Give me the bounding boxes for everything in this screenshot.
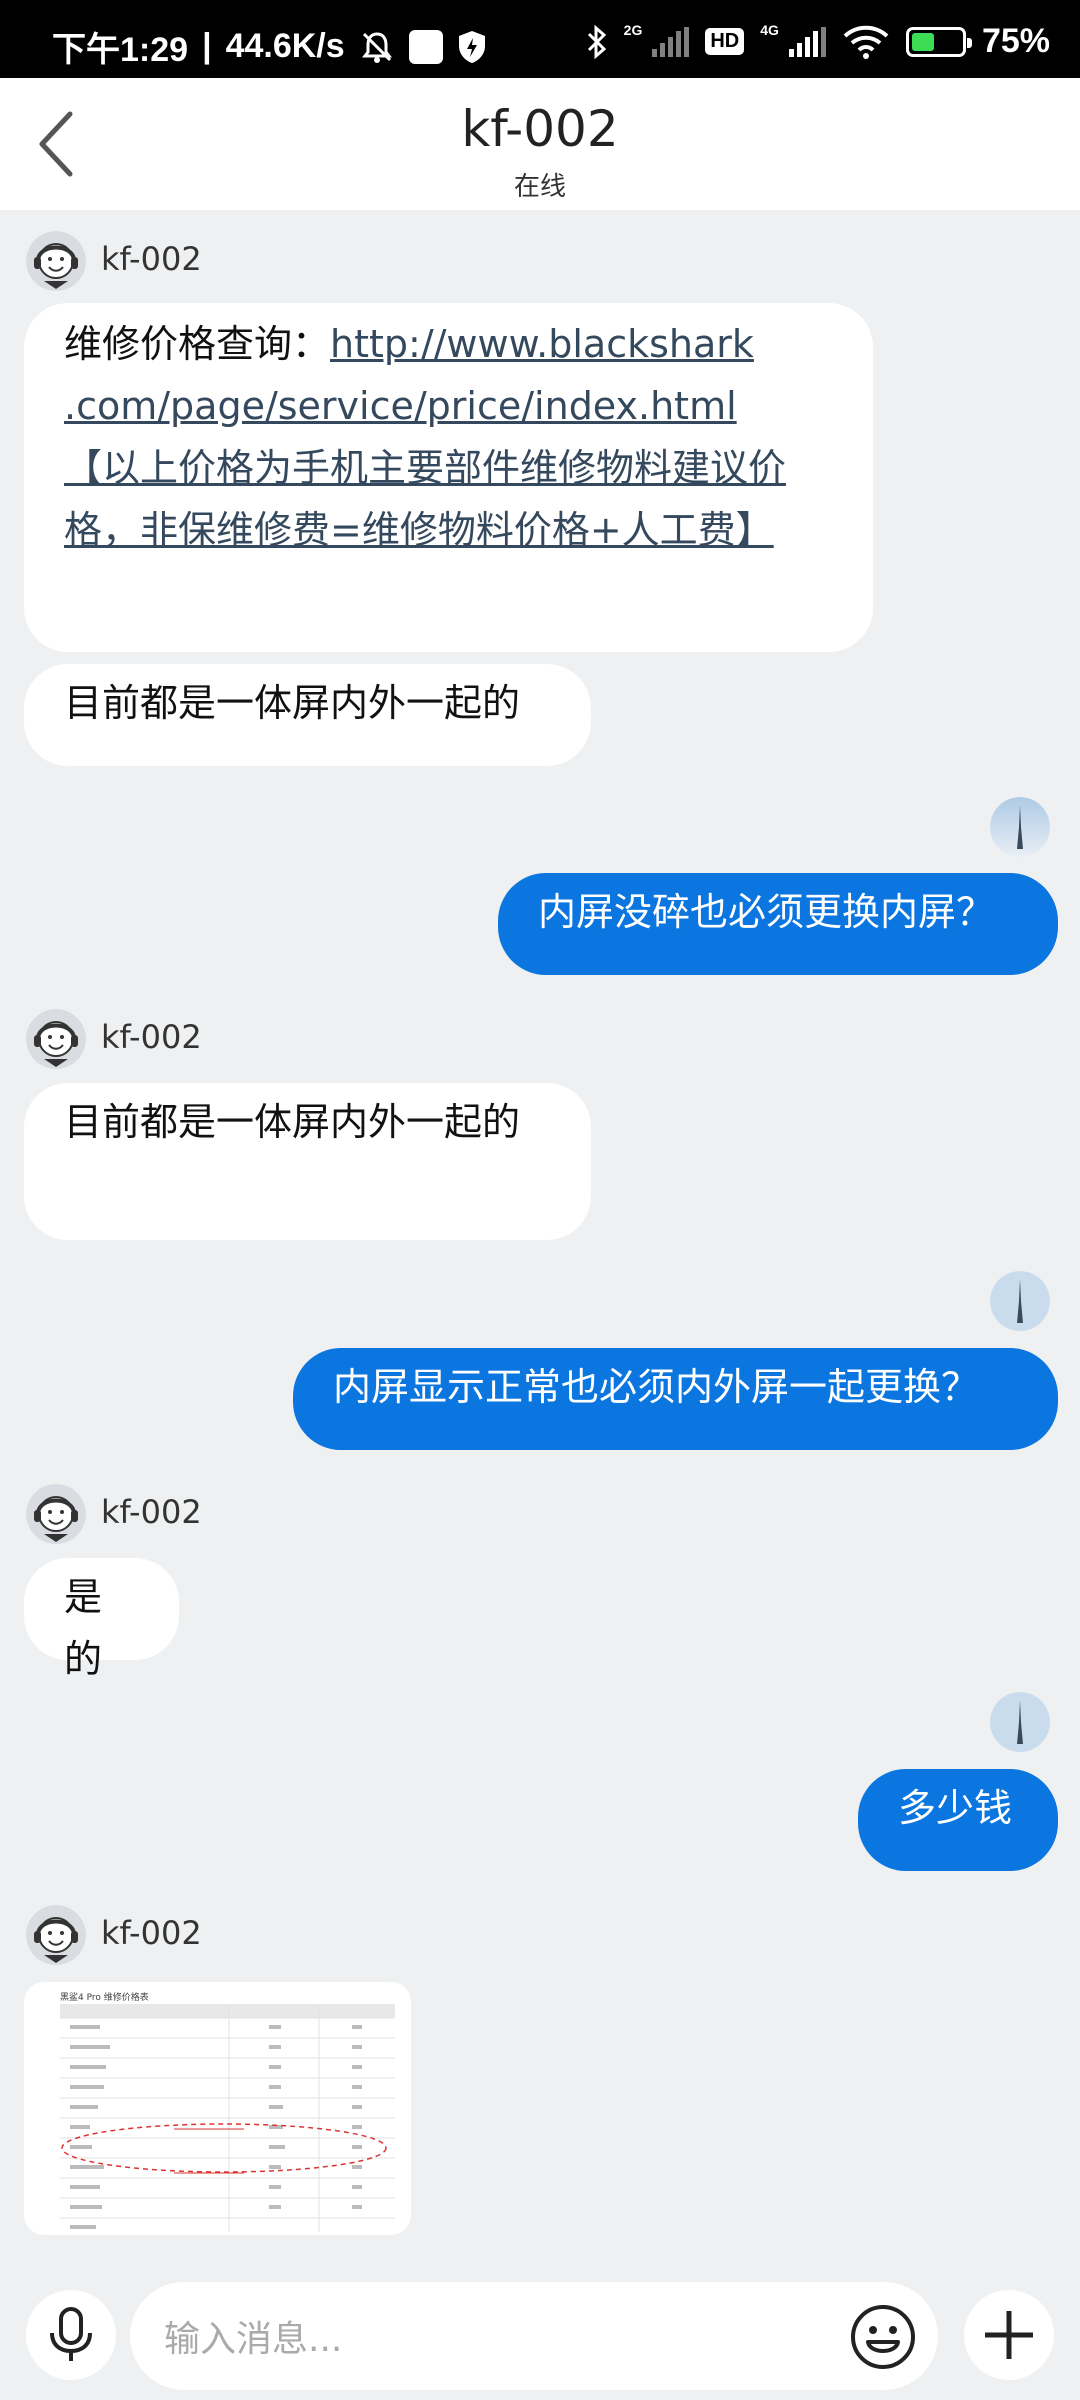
sender-name: kf-002 bbox=[101, 240, 202, 278]
agent-avatar[interactable] bbox=[26, 1484, 86, 1544]
sender-name: kf-002 bbox=[101, 1018, 202, 1056]
shield-icon bbox=[458, 30, 485, 63]
image-message[interactable]: 黑鲨4 Pro 维修价格表 bbox=[24, 1982, 411, 2235]
message-text: 内屏没碎也必须更换内屏？ bbox=[538, 890, 995, 934]
message-bubble[interactable]: 多少钱 bbox=[858, 1769, 1058, 1871]
status-bar: 下午1:29 | 44.6K/s 2G HD 4G 75% bbox=[0, 0, 1080, 78]
app-notification-icon bbox=[408, 29, 443, 64]
message-bubble[interactable]: 内屏显示正常也必须内外屏一起更换？ bbox=[293, 1348, 1058, 1450]
input-bar: 输入消息... bbox=[0, 2260, 1080, 2400]
hd-badge: HD bbox=[705, 28, 745, 55]
chat-header: kf-002 在线 bbox=[0, 78, 1080, 210]
online-status: 在线 bbox=[513, 172, 566, 202]
battery-level: 75% bbox=[981, 22, 1050, 60]
message-link[interactable]: http://www.blackshark bbox=[330, 322, 754, 366]
price-table-thumbnail bbox=[60, 2004, 395, 2232]
message-bubble[interactable]: 维修价格查询：http://www.blackshark .com/page/s… bbox=[24, 303, 873, 652]
user-avatar[interactable] bbox=[990, 797, 1050, 857]
agent-avatar[interactable] bbox=[26, 231, 86, 291]
input-placeholder: 输入消息... bbox=[164, 2319, 343, 2360]
image-title: 黑鲨4 Pro 维修价格表 bbox=[60, 1993, 149, 2003]
message-text: 维修价格查询： bbox=[64, 322, 331, 366]
more-button[interactable] bbox=[964, 2290, 1054, 2380]
signal-label-2g: 2G bbox=[623, 21, 643, 38]
message-link[interactable]: 格，非保维修费=维修物料价格+人工费】 bbox=[64, 508, 774, 552]
microphone-icon bbox=[50, 2307, 92, 2361]
agent-avatar[interactable] bbox=[26, 1009, 86, 1069]
battery-icon bbox=[905, 26, 972, 57]
chat-title: kf-002 bbox=[461, 100, 619, 158]
signal-icon bbox=[652, 26, 690, 57]
network-speed: 44.6K/s bbox=[225, 27, 345, 65]
signal-icon bbox=[788, 26, 826, 57]
message-bubble[interactable]: 目前都是一体屏内外一起的 bbox=[24, 1083, 591, 1240]
emoji-icon[interactable] bbox=[848, 2302, 918, 2372]
microphone-button[interactable] bbox=[26, 2290, 116, 2380]
message-bubble[interactable]: 是的 bbox=[24, 1558, 179, 1681]
message-bubble[interactable]: 目前都是一体屏内外一起的 bbox=[24, 664, 591, 766]
message-text: 内屏显示正常也必须内外屏一起更换？ bbox=[333, 1365, 980, 1409]
status-time: 下午1:29 bbox=[52, 31, 189, 69]
wifi-icon bbox=[843, 25, 889, 59]
bluetooth-icon bbox=[587, 24, 606, 59]
message-input[interactable]: 输入消息... bbox=[130, 2282, 938, 2390]
sender-name: kf-002 bbox=[101, 1914, 202, 1952]
user-avatar[interactable] bbox=[990, 1692, 1050, 1752]
user-avatar[interactable] bbox=[990, 1271, 1050, 1331]
message-link[interactable]: 【以上价格为手机主要部件维修物料建议价 bbox=[64, 446, 786, 490]
message-text: 目前都是一体屏内外一起的 bbox=[64, 1100, 521, 1144]
sender-name: kf-002 bbox=[101, 1493, 202, 1531]
message-text: 目前都是一体屏内外一起的 bbox=[64, 681, 521, 725]
message-text: 多少钱 bbox=[898, 1786, 1013, 1830]
message-link[interactable]: .com/page/service/price/index.html bbox=[64, 384, 737, 428]
agent-avatar[interactable] bbox=[26, 1905, 86, 1965]
message-bubble[interactable]: 内屏没碎也必须更换内屏？ bbox=[498, 873, 1058, 975]
plus-icon bbox=[985, 2311, 1033, 2359]
message-text: 是的 bbox=[64, 1575, 103, 1681]
mute-bell-icon bbox=[361, 31, 392, 63]
signal-label-4g: 4G bbox=[760, 21, 779, 38]
